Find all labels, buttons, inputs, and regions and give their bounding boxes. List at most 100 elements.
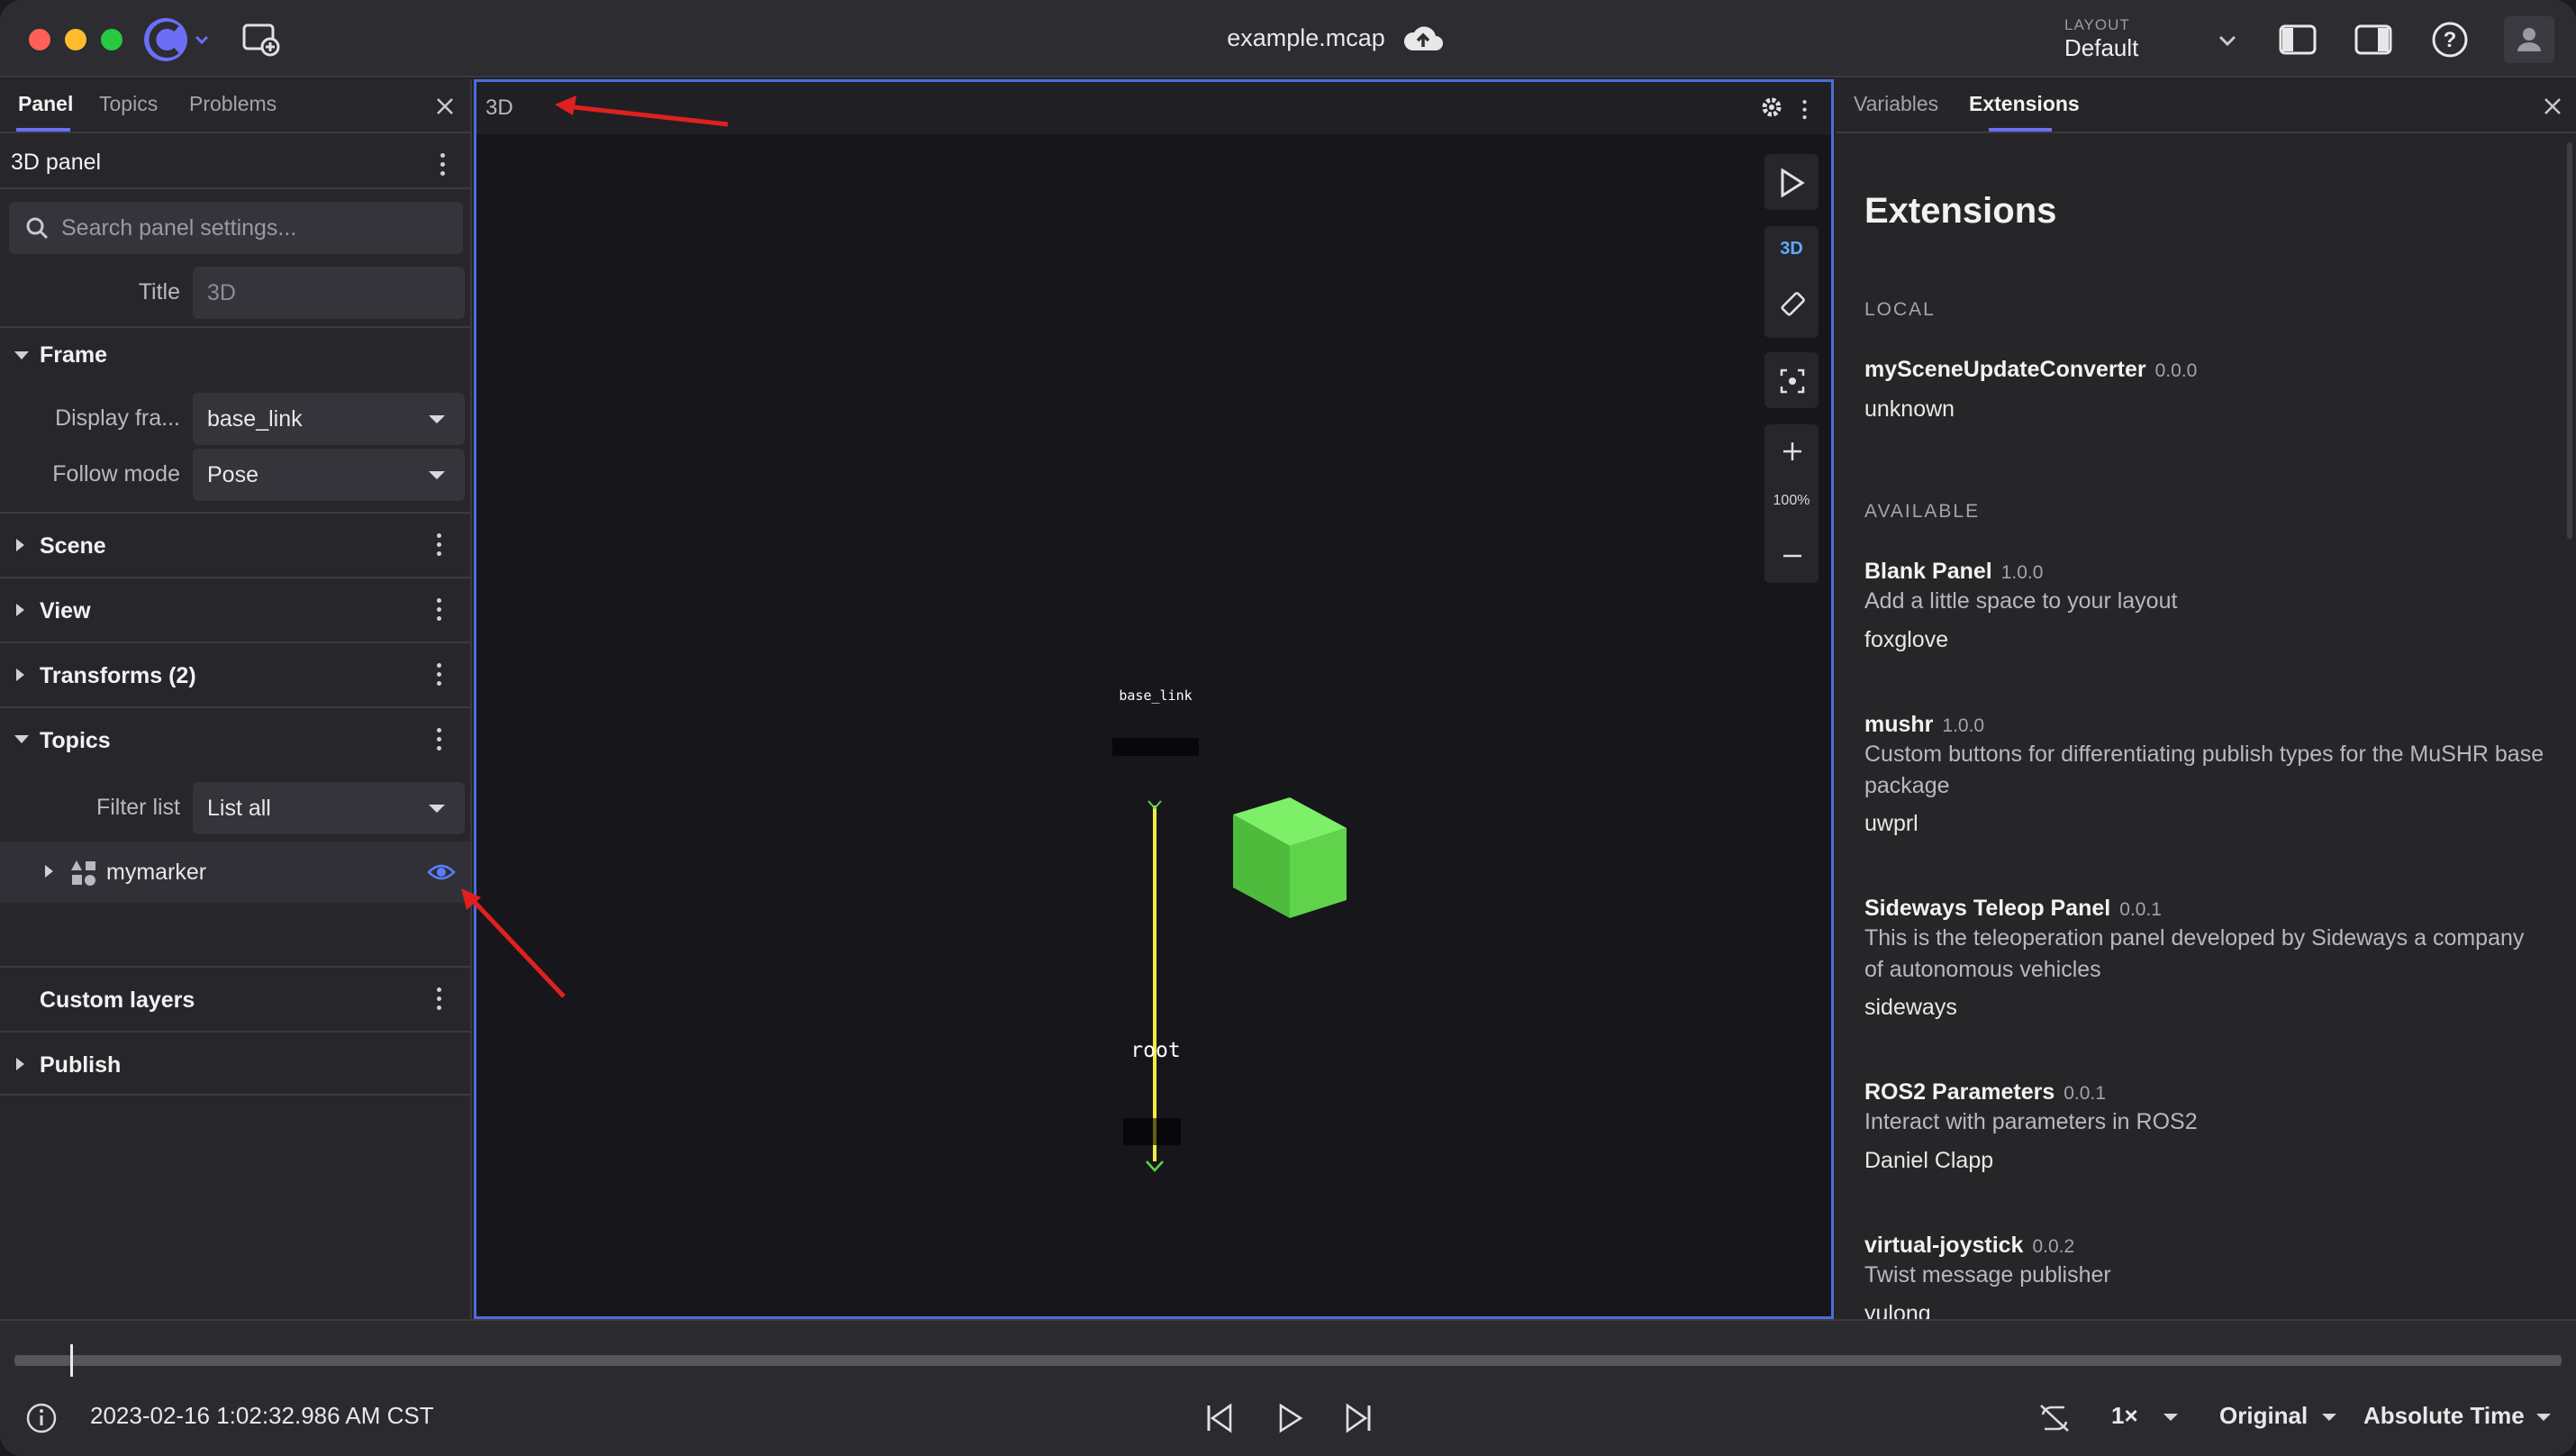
extension-item[interactable]: Sideways Teleop Panel 0.0.1	[1864, 896, 2162, 922]
tab-extensions[interactable]: Extensions	[1969, 92, 2080, 116]
app-menu-button[interactable]	[141, 13, 209, 67]
upload-button[interactable]	[1401, 20, 1445, 59]
extension-description: This is the teleoperation panel develope…	[1864, 925, 2525, 982]
left-sidebar-icon	[2279, 24, 2317, 55]
view-section-label: View	[40, 598, 91, 623]
root-frame-label: root	[1130, 1039, 1181, 1062]
expand-icon[interactable]	[14, 735, 29, 743]
caret-down-icon	[429, 415, 445, 423]
title-label: Title	[138, 279, 180, 305]
caret-down-icon	[2536, 1414, 2551, 1421]
extension-item[interactable]: mushr 1.0.0	[1864, 712, 1984, 738]
display-frame-select[interactable]: base_link	[193, 393, 465, 445]
cloud-upload-icon	[1403, 26, 1443, 50]
layout-selector[interactable]: Default	[2064, 34, 2138, 62]
extension-item[interactable]: ROS2 Parameters 0.0.1	[1864, 1079, 2106, 1106]
loop-off-icon[interactable]	[2037, 1402, 2072, 1434]
publish-section-label: Publish	[40, 1052, 122, 1078]
view-section[interactable]: View	[0, 577, 470, 642]
tab-problems[interactable]: Problems	[189, 92, 277, 116]
close-sidebar-button[interactable]	[432, 94, 458, 119]
visibility-eye-icon[interactable]	[427, 861, 456, 883]
frame-section-label[interactable]: Frame	[40, 342, 107, 369]
play-icon[interactable]	[1274, 1402, 1306, 1434]
extensions-sidebar: Variables Extensions Extensions LOCAL my…	[1836, 79, 2576, 1319]
close-window-button[interactable]	[29, 29, 50, 50]
panel-options-button[interactable]	[1802, 99, 1807, 120]
caret-down-icon	[2163, 1414, 2178, 1421]
user-account-button[interactable]	[2504, 16, 2554, 63]
expand-icon[interactable]	[14, 351, 29, 359]
seek-forward-icon[interactable]	[1342, 1402, 1374, 1434]
extension-version: 1.0.0	[1942, 715, 1985, 736]
tab-panel[interactable]: Panel	[18, 92, 73, 116]
maximize-window-button[interactable]	[101, 29, 122, 50]
topics-section-label[interactable]: Topics	[40, 728, 111, 754]
extension-name: Sideways Teleop Panel	[1864, 896, 2111, 921]
extension-version: 0.0.1	[2064, 1083, 2106, 1104]
custom-layers-menu-button[interactable]	[437, 987, 442, 1011]
right-sidebar-icon	[2354, 24, 2392, 55]
extension-author: foxglove	[1864, 627, 1949, 652]
view-menu-button[interactable]	[437, 598, 442, 622]
close-sidebar-button[interactable]	[2540, 94, 2565, 119]
follow-mode-select[interactable]: Pose	[193, 449, 465, 501]
playhead[interactable]	[70, 1344, 73, 1377]
extension-item[interactable]: virtual-joystick 0.0.2	[1864, 1233, 2074, 1259]
search-placeholder: Search panel settings...	[61, 215, 297, 241]
extension-version: 0.0.1	[2119, 899, 2162, 920]
info-icon[interactable]	[25, 1402, 58, 1434]
toggle-left-sidebar-button[interactable]	[2277, 22, 2318, 58]
toggle-right-sidebar-button[interactable]	[2353, 22, 2394, 58]
topic-name: mymarker	[106, 860, 207, 885]
publish-section[interactable]: Publish	[0, 1031, 470, 1096]
svg-text:?: ?	[2444, 28, 2457, 52]
3d-scene-viewport[interactable]	[476, 134, 1831, 1316]
scene-menu-button[interactable]	[437, 533, 442, 557]
minimize-window-button[interactable]	[65, 29, 86, 50]
title-input[interactable]: 3D	[193, 267, 465, 319]
collapsed-icon[interactable]	[45, 865, 53, 878]
tab-variables[interactable]: Variables	[1854, 92, 1938, 116]
scrollbar[interactable]	[2567, 142, 2572, 539]
extension-name: mySceneUpdateConverter	[1864, 357, 2146, 382]
transforms-menu-button[interactable]	[437, 663, 442, 687]
time-format-select[interactable]: Absolute Time	[2363, 1402, 2525, 1430]
extension-version: 1.0.0	[2000, 562, 2044, 583]
tab-active-indicator	[1989, 128, 2052, 132]
add-panel-button[interactable]	[241, 20, 281, 59]
extension-author: sideways	[1864, 995, 1957, 1020]
search-icon	[26, 217, 49, 240]
topic-row-mymarker[interactable]: mymarker	[0, 842, 470, 903]
layout-dropdown-button[interactable]	[2214, 27, 2241, 54]
custom-layers-section[interactable]: Custom layers	[0, 966, 470, 1031]
extension-item[interactable]: Blank Panel 1.0.0	[1864, 559, 2043, 585]
filter-list-select[interactable]: List all	[193, 782, 465, 834]
title-bar: example.mcap LAYOUT Default ?	[0, 0, 2576, 77]
tab-topics[interactable]: Topics	[99, 92, 158, 116]
display-frame-value: base_link	[207, 406, 303, 432]
scene-section[interactable]: Scene	[0, 512, 470, 577]
topics-menu-button[interactable]	[437, 728, 442, 751]
marker-shapes-icon	[71, 860, 95, 886]
collapsed-icon	[16, 1058, 24, 1070]
seek-backward-icon[interactable]	[1203, 1402, 1236, 1434]
panel-menu-button[interactable]	[440, 153, 446, 177]
settings-search-input[interactable]: Search panel settings...	[9, 202, 463, 254]
help-button[interactable]: ?	[2430, 20, 2470, 59]
playback-speed-select[interactable]: 1×	[2111, 1402, 2138, 1430]
divider	[0, 187, 470, 189]
extension-description: Interact with parameters in ROS2	[1864, 1109, 2198, 1134]
transforms-section[interactable]: Transforms (2)	[0, 642, 470, 706]
extension-item[interactable]: mySceneUpdateConverter 0.0.0	[1864, 357, 2197, 383]
timeline-scrubber[interactable]	[14, 1355, 2562, 1366]
time-mode-select[interactable]: Original	[2219, 1402, 2308, 1430]
3d-panel[interactable]: 3D 3D 100% base_link root	[474, 79, 1834, 1319]
panel-toolbar-title: 3D	[485, 96, 513, 120]
gear-icon[interactable]	[1759, 95, 1784, 120]
local-caption: LOCAL	[1864, 299, 1936, 320]
follow-mode-value: Pose	[207, 462, 259, 487]
extension-name: virtual-joystick	[1864, 1233, 2024, 1258]
collapsed-icon	[16, 604, 24, 616]
extension-description: Add a little space to your layout	[1864, 588, 2178, 614]
